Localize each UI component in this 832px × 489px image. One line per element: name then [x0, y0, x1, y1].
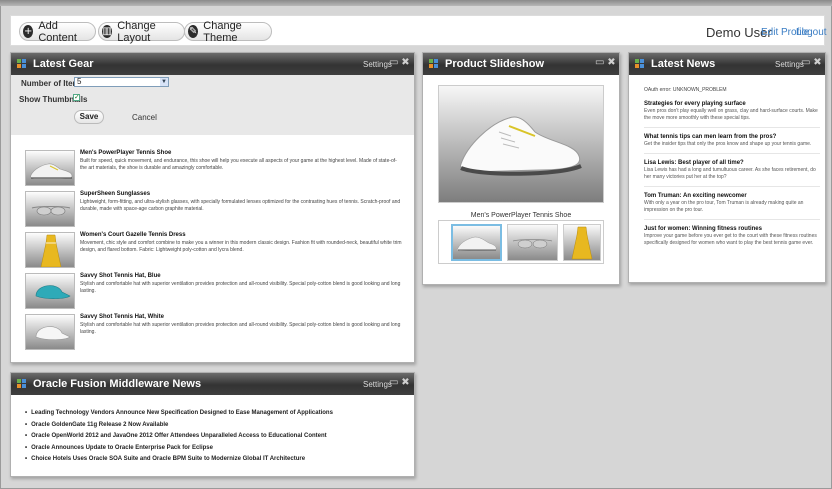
product-slideshow-title: Product Slideshow [445, 58, 545, 70]
chevron-down-icon: ▼ [160, 78, 168, 86]
news-item-description: Improve your game before you ever get to… [644, 233, 817, 246]
dress-thumbnail[interactable] [25, 232, 75, 268]
oracle-news-portlet: Oracle Fusion Middleware News Settings ▭… [10, 372, 415, 477]
news-item-title[interactable]: Lisa Lewis: Best player of all time? [644, 159, 820, 167]
white-hat-thumbnail[interactable] [25, 314, 75, 350]
gear-item-name[interactable]: Women's Court Gazelle Tennis Dress [80, 232, 186, 238]
oracle-news-item[interactable]: Leading Technology Vendors Announce New … [25, 408, 333, 420]
shoe-slide-thumbnail[interactable] [451, 224, 502, 261]
gear-item-name[interactable]: Men's PowerPlayer Tennis Shoe [80, 150, 171, 156]
gear-item-description: Stylish and comfortable hat with superio… [80, 322, 401, 335]
gear-item-name[interactable]: SuperSheen Sunglasses [80, 191, 150, 197]
close-icon[interactable]: ✖ [401, 58, 410, 68]
latest-news-header[interactable]: Latest News Settings ▭ ✖ [629, 53, 825, 75]
list-item: Women's Court Gazelle Tennis Dress Movem… [25, 232, 405, 273]
layout-icon: ▥ [102, 25, 113, 38]
gear-item-description: Stylish and comfortable hat with superio… [80, 281, 401, 294]
latest-news-settings-link[interactable]: Settings [775, 60, 804, 69]
close-icon[interactable]: ✖ [401, 378, 410, 388]
news-item-title[interactable]: Tom Truman: An exciting newcomer [644, 192, 820, 200]
news-item: What tennis tips can men learn from the … [644, 133, 820, 154]
product-slideshow-header[interactable]: Product Slideshow ▭ ✖ [423, 53, 619, 75]
latest-gear-title: Latest Gear [33, 58, 94, 70]
save-button[interactable]: Save [74, 110, 104, 124]
news-item-description: Lisa Lewis has had a long and tumultuous… [644, 167, 816, 180]
latest-news-portlet: Latest News Settings ▭ ✖ OAuth error: UN… [628, 52, 826, 283]
list-item: SuperSheen Sunglasses Lightweight, form-… [25, 191, 405, 232]
close-icon[interactable]: ✖ [607, 58, 616, 68]
portlet-grid-icon [17, 379, 27, 389]
slideshow-caption: Men's PowerPlayer Tennis Shoe [470, 212, 572, 219]
news-item: Just for women: Winning fitness routines… [644, 225, 820, 252]
number-of-items-value: 5 [77, 77, 82, 86]
oracle-news-item[interactable]: Oracle GoldenGate 11g Release 2 Now Avai… [25, 420, 333, 432]
minimize-icon[interactable]: ▭ [595, 58, 604, 68]
change-theme-label: Change Theme [203, 19, 242, 44]
minimize-icon[interactable]: ▭ [389, 58, 398, 68]
latest-gear-header[interactable]: Latest Gear Settings ▭ ✖ [11, 53, 414, 75]
list-item: Savvy Shot Tennis Hat, White Stylish and… [25, 314, 405, 355]
logout-link[interactable]: Logout [796, 27, 827, 38]
shoe-thumbnail[interactable] [25, 150, 75, 186]
show-thumbnails-checkbox[interactable]: ✓ [73, 94, 80, 101]
brush-icon: ✎ [188, 25, 199, 38]
gear-item-description: Lightweight, form-fitting, and ultra-sty… [80, 199, 401, 212]
blue-hat-thumbnail[interactable] [25, 273, 75, 309]
portlet-grid-icon [635, 59, 645, 69]
list-item: Men's PowerPlayer Tennis Shoe Built for … [25, 150, 405, 191]
minimize-icon[interactable]: ▭ [389, 378, 398, 388]
portlet-grid-icon [17, 59, 27, 69]
news-item-title[interactable]: Strategies for every playing surface [644, 100, 820, 108]
slideshow-thumbnails [438, 220, 604, 264]
change-theme-button[interactable]: ✎ Change Theme [184, 19, 272, 44]
gear-item-description: Built for speed, quick movement, and end… [80, 158, 397, 171]
latest-gear-settings-link[interactable]: Settings [363, 60, 392, 69]
news-item-description: With only a year on the pro tour, Tom Tr… [644, 200, 804, 213]
news-item: Lisa Lewis: Best player of all time? Lis… [644, 159, 820, 187]
oracle-news-item[interactable]: Oracle OpenWorld 2012 and JavaOne 2012 O… [25, 431, 333, 443]
top-toolbar: + Add Content ▥ Change Layout ✎ Change T… [10, 15, 827, 46]
add-content-label: Add Content [38, 19, 77, 44]
portlet-grid-icon [429, 59, 439, 69]
news-item-title[interactable]: Just for women: Winning fitness routines [644, 225, 820, 233]
number-of-items-select[interactable]: 5 ▼ [74, 77, 169, 87]
latest-gear-portlet: Latest Gear Settings ▭ ✖ Number of Items… [10, 52, 415, 363]
list-item: Savvy Shot Tennis Hat, Blue Stylish and … [25, 273, 405, 314]
gear-item-description: Movement, chic style and comfort combine… [80, 240, 402, 253]
change-layout-button[interactable]: ▥ Change Layout [98, 19, 185, 44]
plus-icon: + [23, 25, 34, 38]
gear-list: Men's PowerPlayer Tennis Shoe Built for … [25, 150, 405, 355]
sunglasses-slide-thumbnail[interactable] [507, 224, 558, 261]
gear-item-name[interactable]: Savvy Shot Tennis Hat, Blue [80, 273, 161, 279]
cancel-link[interactable]: Cancel [132, 113, 157, 122]
latest-news-title: Latest News [651, 58, 716, 70]
oracle-news-item[interactable]: Choice Hotels Uses Oracle SOA Suite and … [25, 454, 333, 466]
add-content-button[interactable]: + Add Content [19, 19, 96, 44]
oracle-news-title: Oracle Fusion Middleware News [33, 378, 202, 390]
news-item-description: Even pros don't play equally well on gra… [644, 108, 818, 121]
dress-slide-thumbnail[interactable] [563, 224, 601, 261]
news-item-title[interactable]: What tennis tips can men learn from the … [644, 133, 820, 141]
change-layout-label: Change Layout [117, 19, 156, 44]
oracle-news-item[interactable]: Oracle Announces Update to Oracle Enterp… [25, 443, 333, 455]
sunglasses-thumbnail[interactable] [25, 191, 75, 227]
oracle-news-settings-link[interactable]: Settings [363, 380, 392, 389]
oracle-news-header[interactable]: Oracle Fusion Middleware News Settings ▭… [11, 373, 414, 395]
product-slideshow-portlet: Product Slideshow ▭ ✖ Men's PowerPlayer … [422, 52, 620, 285]
news-item-description: Get the insider tips that only the pros … [644, 141, 812, 147]
slideshow-main-image[interactable] [438, 85, 604, 203]
oauth-error-text: OAuth error: UNKNOWN_PROBLEM [644, 87, 727, 93]
news-item: Strategies for every playing surface Eve… [644, 100, 820, 128]
minimize-icon[interactable]: ▭ [801, 58, 810, 68]
news-list: OAuth error: UNKNOWN_PROBLEM Strategies … [644, 87, 820, 257]
close-icon[interactable]: ✖ [813, 58, 822, 68]
oracle-news-list: Leading Technology Vendors Announce New … [25, 408, 333, 466]
latest-gear-settings-form: Number of Items 5 ▼ Show Thumbnails ✓ Sa… [11, 75, 414, 135]
gear-item-name[interactable]: Savvy Shot Tennis Hat, White [80, 314, 164, 320]
news-item: Tom Truman: An exciting newcomer With on… [644, 192, 820, 220]
